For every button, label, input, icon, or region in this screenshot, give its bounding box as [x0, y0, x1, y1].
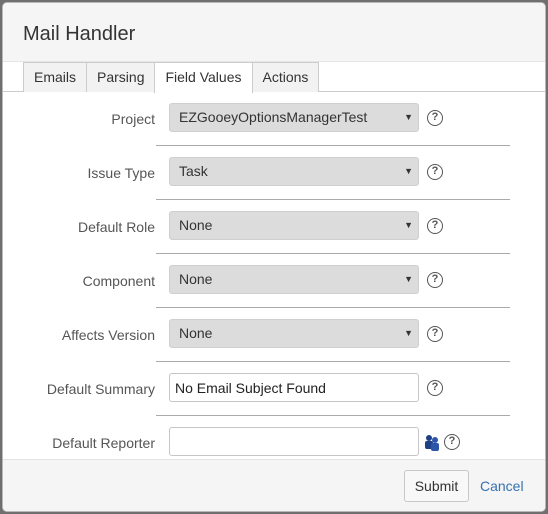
dialog-footer: Submit Cancel: [3, 459, 545, 511]
component-select[interactable]: None ▼: [169, 265, 419, 294]
affects-version-label: Affects Version: [61, 327, 155, 343]
chevron-down-icon: ▼: [404, 274, 413, 284]
default-role-row: Default Role None ▼ ?: [3, 200, 545, 254]
default-role-select-value: None: [179, 217, 213, 233]
issue-type-row: Issue Type Task ▼ ?: [3, 146, 545, 200]
question-circle-icon[interactable]: ?: [427, 164, 443, 180]
component-label: Component: [82, 273, 155, 289]
issue-type-select-value: Task: [179, 163, 208, 179]
submit-button[interactable]: Submit: [404, 470, 469, 502]
affects-version-select[interactable]: None ▼: [169, 319, 419, 348]
project-row: Project EZGooeyOptionsManagerTest ▼ ?: [3, 92, 545, 146]
default-reporter-row: Default Reporter ?: [3, 416, 545, 459]
default-summary-input[interactable]: [169, 373, 419, 402]
cancel-link[interactable]: Cancel: [480, 470, 524, 502]
issue-type-label: Issue Type: [87, 165, 155, 181]
default-reporter-input[interactable]: [169, 427, 419, 456]
chevron-down-icon: ▼: [404, 166, 413, 176]
chevron-down-icon: ▼: [404, 112, 413, 122]
default-role-select[interactable]: None ▼: [169, 211, 419, 240]
question-circle-icon[interactable]: ?: [444, 434, 460, 450]
field-values-panel: Project EZGooeyOptionsManagerTest ▼ ? Is…: [3, 92, 545, 459]
default-reporter-label: Default Reporter: [52, 435, 155, 451]
affects-version-row: Affects Version None ▼ ?: [3, 308, 545, 362]
component-row: Component None ▼ ?: [3, 254, 545, 308]
question-circle-icon[interactable]: ?: [427, 380, 443, 396]
issue-type-select[interactable]: Task ▼: [169, 157, 419, 186]
component-select-value: None: [179, 271, 213, 287]
default-summary-label: Default Summary: [46, 381, 155, 397]
chevron-down-icon: ▼: [404, 220, 413, 230]
tab-emails[interactable]: Emails: [23, 62, 88, 92]
default-summary-row: Default Summary ?: [3, 362, 545, 416]
dialog-title: Mail Handler: [23, 23, 136, 45]
question-circle-icon[interactable]: ?: [427, 272, 443, 288]
question-circle-icon[interactable]: ?: [427, 218, 443, 234]
tab-parsing[interactable]: Parsing: [86, 62, 156, 92]
user-picker-icon[interactable]: [424, 434, 440, 452]
mail-handler-dialog: Mail Handler Emails Parsing Field Values…: [2, 2, 546, 512]
tab-bar: Emails Parsing Field Values Actions: [23, 62, 320, 93]
project-select-value: EZGooeyOptionsManagerTest: [179, 109, 368, 125]
tab-actions[interactable]: Actions: [251, 62, 320, 92]
question-circle-icon[interactable]: ?: [427, 110, 443, 126]
question-circle-icon[interactable]: ?: [427, 326, 443, 342]
project-label: Project: [111, 111, 155, 127]
affects-version-select-value: None: [179, 325, 213, 341]
project-select[interactable]: EZGooeyOptionsManagerTest ▼: [169, 103, 419, 132]
default-role-label: Default Role: [77, 219, 155, 235]
chevron-down-icon: ▼: [404, 328, 413, 338]
tab-field-values[interactable]: Field Values: [154, 62, 253, 93]
dialog-header: Mail Handler: [3, 3, 545, 62]
